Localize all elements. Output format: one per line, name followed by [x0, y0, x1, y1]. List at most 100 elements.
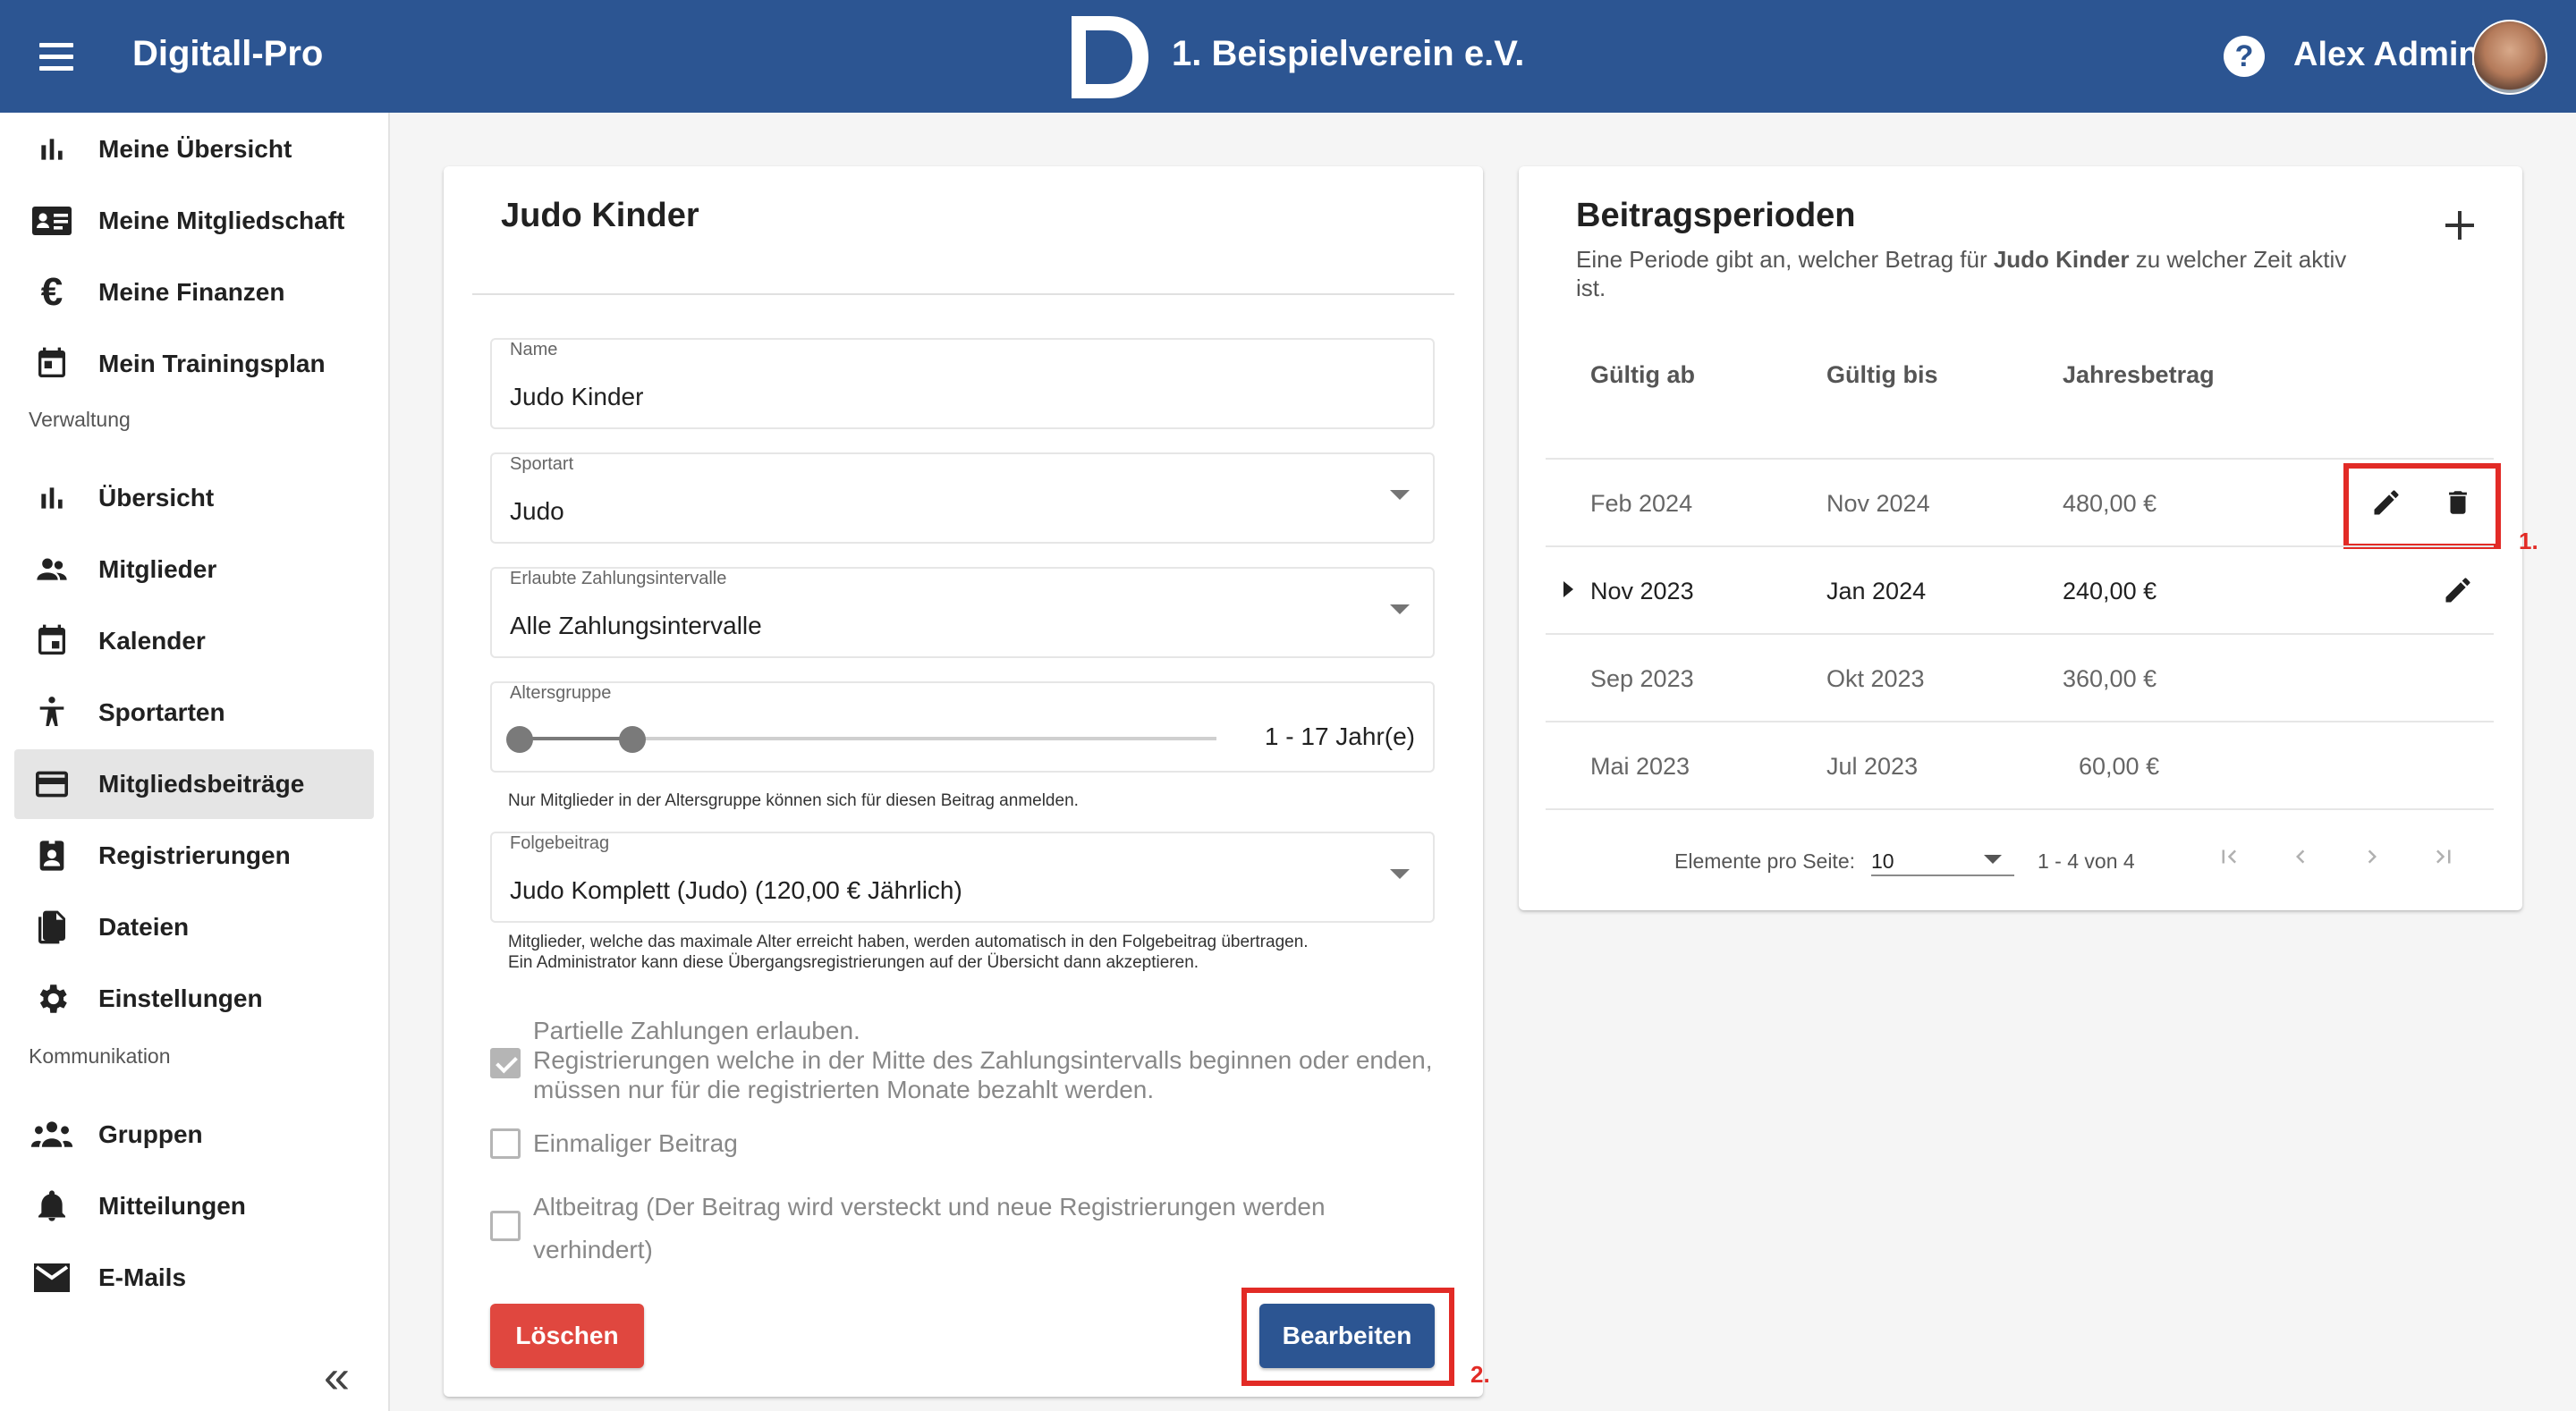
- sidebar-item-label: Registrierungen: [98, 841, 291, 869]
- followup-fee-hint: Mitglieder, welche das maximale Alter er…: [508, 932, 1309, 973]
- divider: [1546, 721, 2494, 722]
- euro-icon: €: [40, 270, 64, 314]
- row-1-valid-to: Nov 2024: [1826, 490, 1930, 517]
- followup-fee-select[interactable]: Folgebeitrag Judo Komplett (Judo) (120,0…: [490, 832, 1435, 923]
- collapse-sidebar-icon[interactable]: «: [324, 1354, 350, 1400]
- legacy-fee-label: Altbeitrag (Der Beitrag wird versteckt u…: [533, 1193, 1326, 1263]
- membership-fee-form-card: Judo Kinder Name Judo Kinder Sportart Ju…: [444, 166, 1490, 1397]
- sidebar-item-label: Sportarten: [98, 698, 225, 726]
- edit-period-pencil-icon[interactable]: [2436, 569, 2479, 612]
- sidebar-item-mein-trainingsplan[interactable]: Mein Trainingsplan: [14, 329, 374, 399]
- payment-intervals-label: Erlaubte Zahlungsintervalle: [510, 569, 727, 588]
- next-page-icon[interactable]: [2351, 835, 2394, 878]
- annotation-marker-2: 2.: [1470, 1361, 1490, 1388]
- column-header-yearly-amount[interactable]: Jahresbetrag: [2063, 361, 2215, 389]
- sidebar-item-registrierungen[interactable]: Registrierungen: [14, 821, 374, 891]
- sidebar-item-label: Dateien: [98, 913, 190, 941]
- row-2-valid-to: Jan 2024: [1826, 578, 1927, 604]
- column-header-valid-to[interactable]: Gültig bis: [1826, 361, 1938, 389]
- annotation-highlight-period-actions: [2343, 463, 2501, 549]
- last-page-icon[interactable]: [2422, 835, 2465, 878]
- fee-periods-description: Eine Periode gibt an, welcher Betrag für…: [1576, 246, 2347, 301]
- name-field[interactable]: Name Judo Kinder: [490, 338, 1435, 429]
- column-header-valid-from[interactable]: Gültig ab: [1590, 361, 1695, 389]
- sidebar-item-gruppen[interactable]: Gruppen: [14, 1100, 374, 1170]
- row-1-amount: 480,00 €: [2063, 490, 2157, 517]
- partial-payments-checkbox[interactable]: [490, 1048, 521, 1078]
- sportart-select-label: Sportart: [510, 454, 574, 474]
- sport-icon: [27, 688, 77, 738]
- first-page-icon[interactable]: [2207, 835, 2250, 878]
- user-name[interactable]: Alex Admin: [2293, 36, 2479, 74]
- sidebar-item-label: Einstellungen: [98, 984, 263, 1012]
- items-per-page-select[interactable]: 10: [1871, 839, 2014, 876]
- calendar-today-icon: [27, 339, 77, 389]
- top-app-bar: Digitall-Pro 1. Beispielverein e.V. ? Al…: [0, 0, 2576, 113]
- sportart-select-value: Judo: [510, 497, 564, 525]
- one-time-fee-checkbox[interactable]: [490, 1128, 521, 1159]
- fee-periods-card: Beitragsperioden Eine Periode gibt an, w…: [1519, 166, 2538, 910]
- app-title[interactable]: Digitall-Pro: [132, 34, 323, 74]
- sidebar-item-label: Meine Übersicht: [98, 135, 292, 163]
- chevron-down-icon: [1390, 604, 1410, 614]
- sidebar-item-meine-mitgliedschaft[interactable]: Meine Mitgliedschaft: [14, 186, 374, 256]
- partial-payments-label: Partielle Zahlungen erlauben. Registrier…: [533, 1016, 1436, 1104]
- sidebar-item-uebersicht[interactable]: Übersicht: [14, 463, 374, 533]
- gear-icon: [27, 974, 77, 1024]
- sidebar-item-label: Kalender: [98, 627, 206, 655]
- sidebar-item-label: Mitgliedsbeiträge: [98, 770, 305, 798]
- age-slider-max-handle[interactable]: [619, 726, 646, 753]
- sportart-select[interactable]: Sportart Judo: [490, 452, 1435, 544]
- sidebar-item-meine-uebersicht[interactable]: Meine Übersicht: [14, 114, 374, 184]
- delete-button[interactable]: Löschen: [490, 1304, 644, 1368]
- sidebar-item-label: E-Mails: [98, 1263, 187, 1291]
- sidebar-item-e-mails[interactable]: E-Mails: [14, 1243, 374, 1313]
- badge-icon: [27, 831, 77, 881]
- row-4-valid-to: Jul 2023: [1826, 753, 1919, 780]
- row-3-amount: 360,00 €: [2063, 665, 2157, 692]
- sidebar-item-sportarten[interactable]: Sportarten: [14, 678, 374, 748]
- legacy-fee-checkbox[interactable]: [490, 1211, 521, 1241]
- row-3-valid-from: Sep 2023: [1590, 665, 1694, 692]
- partial-payments-description: Registrierungen welche in der Mitte des …: [533, 1046, 1433, 1103]
- sidebar-item-label: Meine Mitgliedschaft: [98, 207, 345, 234]
- chevron-down-icon: [1984, 855, 2002, 864]
- payment-intervals-select[interactable]: Erlaubte Zahlungsintervalle Alle Zahlung…: [490, 567, 1435, 658]
- club-name: 1. Beispielverein e.V.: [1172, 34, 1525, 73]
- avatar[interactable]: [2472, 20, 2547, 95]
- age-group-hint: Nur Mitglieder in der Altersgruppe könne…: [508, 791, 1079, 810]
- divider: [1546, 458, 2494, 460]
- bell-icon: [27, 1181, 77, 1231]
- sidebar-item-mitglieder[interactable]: Mitglieder: [14, 535, 374, 604]
- age-slider-min-handle[interactable]: [506, 726, 533, 753]
- expand-row-caret-icon[interactable]: [1563, 581, 1573, 597]
- name-field-label: Name: [510, 340, 558, 359]
- sidebar-item-einstellungen[interactable]: Einstellungen: [14, 964, 374, 1034]
- section-label-verwaltung: Verwaltung: [29, 408, 131, 431]
- row-4-valid-from: Mai 2023: [1590, 753, 1690, 780]
- menu-icon[interactable]: [32, 32, 82, 80]
- row-2-amount: 240,00 €: [2063, 578, 2157, 604]
- sidebar-item-label: Mein Trainingsplan: [98, 350, 326, 377]
- file-icon: [27, 902, 77, 952]
- age-group-value: 1 - 17 Jahr(e): [1264, 722, 1415, 750]
- one-time-fee-label: Einmaliger Beitrag: [533, 1129, 738, 1157]
- sidebar-item-kalender[interactable]: Kalender: [14, 606, 374, 676]
- people-icon: [27, 545, 77, 595]
- sidebar-item-label: Übersicht: [98, 484, 215, 511]
- row-2-valid-from: Nov 2023: [1590, 578, 1694, 604]
- age-group-label: Altersgruppe: [510, 683, 612, 703]
- age-slider-range: [519, 737, 631, 740]
- help-icon[interactable]: ?: [2224, 36, 2265, 77]
- previous-page-icon[interactable]: [2279, 835, 2322, 878]
- sidebar-item-mitteilungen[interactable]: Mitteilungen: [14, 1171, 374, 1241]
- followup-fee-hint-line-2: Ein Administrator kann diese Übergangsre…: [508, 953, 1199, 972]
- fee-name: Judo Kinder: [1993, 246, 2130, 273]
- sidebar-item-mitgliedsbeitraege[interactable]: Mitgliedsbeiträge: [14, 749, 374, 819]
- sidebar-item-meine-finanzen[interactable]: € Meine Finanzen: [14, 258, 374, 327]
- bar-chart-icon: [27, 124, 77, 174]
- sidebar-item-dateien[interactable]: Dateien: [14, 892, 374, 962]
- items-per-page-label: Elemente pro Seite:: [1674, 849, 1856, 873]
- club-logo-icon: [1072, 16, 1148, 98]
- add-period-icon[interactable]: [2440, 206, 2479, 245]
